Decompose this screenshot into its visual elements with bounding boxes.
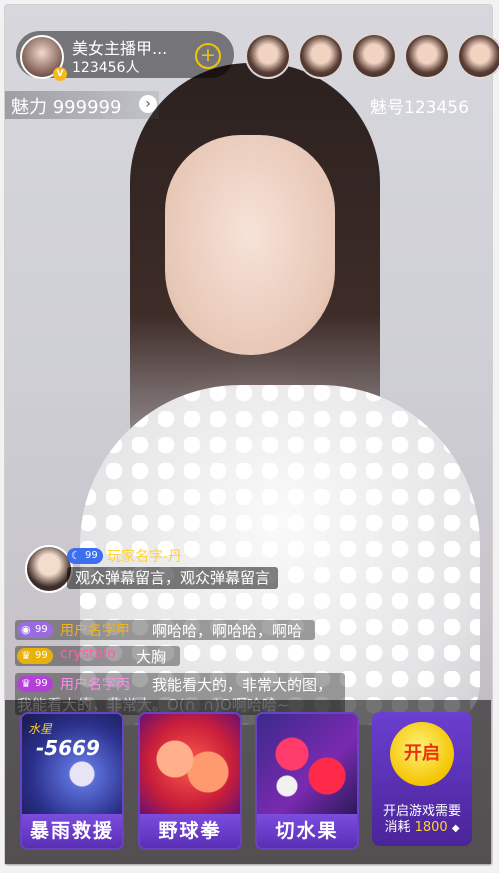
gem-icon: ◉	[21, 623, 31, 636]
viewer-count: 123456人	[72, 60, 140, 76]
game-label: 切水果	[257, 814, 357, 848]
game-label: 暴雨救援	[22, 814, 122, 848]
game-art-text: 水星	[28, 722, 53, 736]
chat-message: 啊哈哈，啊哈哈，啊哈	[152, 622, 303, 640]
viewer-avatar[interactable]	[351, 33, 397, 79]
game-label: 野球拳	[140, 814, 240, 848]
open-game-button[interactable]: 开启	[390, 722, 454, 786]
game-card-fruit-ninja[interactable]: 切水果	[255, 712, 359, 850]
room-id: 魅号123456	[370, 98, 469, 118]
chat-username[interactable]: crystalo	[60, 646, 116, 662]
cost-amount: 1800	[414, 820, 448, 835]
follow-button[interactable]: +	[195, 43, 221, 69]
level-badge: ♛ 99	[17, 676, 53, 692]
level-badge: ☾ 99	[67, 548, 103, 564]
chat-username[interactable]: 玩家名字-丹	[107, 546, 182, 566]
game-art-number: -5669	[36, 736, 100, 760]
game-card-rescue[interactable]: 水星 -5669 暴雨救援	[20, 712, 124, 850]
danmaku-message: 观众弹幕留言，观众弹幕留言	[67, 567, 279, 589]
viewer-avatar[interactable]	[298, 33, 344, 79]
game-card-rock-paper-scissors[interactable]: 野球拳	[138, 712, 242, 850]
chat-username[interactable]: 用户名字甲	[60, 620, 130, 640]
moon-icon: ☾	[71, 549, 81, 562]
crown-icon: ♛	[21, 649, 31, 662]
diamond-icon: ◆	[451, 823, 460, 834]
plus-icon: +	[200, 44, 216, 66]
viewer-avatar[interactable]	[404, 33, 450, 79]
chat-user-avatar[interactable]	[25, 545, 73, 593]
level-badge: ♛ 99	[17, 648, 53, 664]
game-art: 水星 -5669	[22, 714, 122, 814]
crown-icon: ♛	[21, 677, 31, 690]
chat-message: 大胸	[136, 648, 167, 666]
charm-value: 魅力 999999	[11, 97, 122, 118]
streamer-face	[165, 135, 335, 355]
chat-message: 我能看大的，非常大的图，	[152, 676, 333, 694]
anchor-name: 美女主播甲...	[72, 39, 168, 58]
game-art	[140, 714, 240, 814]
chat-username[interactable]: 用户名字丙	[60, 674, 130, 694]
verified-badge: V	[53, 67, 67, 81]
viewer-avatar[interactable]	[245, 33, 291, 79]
cost-prefix: 消耗	[384, 820, 411, 835]
level-badge: ◉ 99	[17, 622, 53, 638]
open-game-cost: 消耗 1800 ◆	[372, 816, 472, 835]
viewer-avatar[interactable]	[457, 33, 499, 79]
chevron-right-icon[interactable]: ›	[139, 95, 157, 113]
game-art	[257, 714, 357, 814]
